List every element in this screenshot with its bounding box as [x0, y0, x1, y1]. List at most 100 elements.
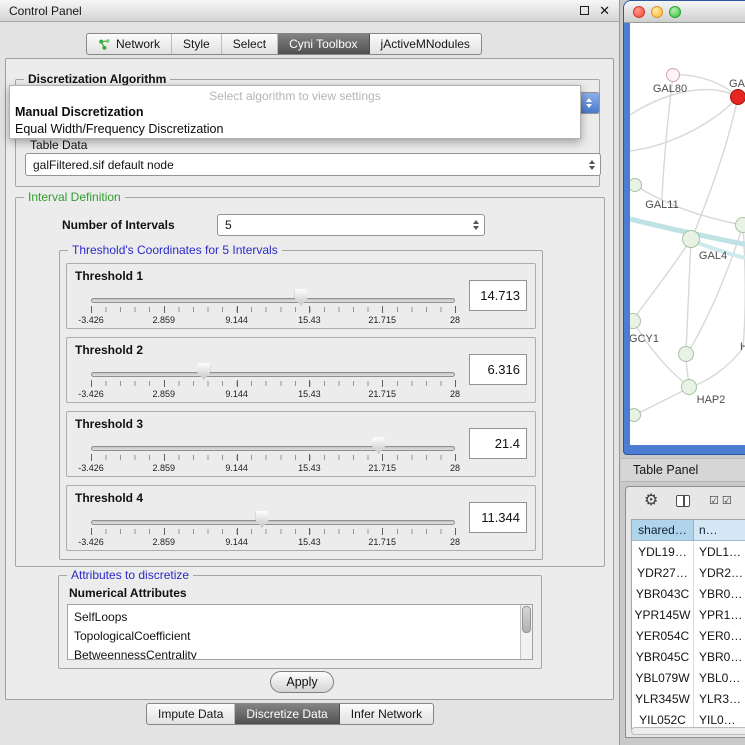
tab-network[interactable]: Network: [87, 34, 172, 54]
slider-major-tick: [237, 528, 238, 535]
threshold-slider[interactable]: -3.4262.8599.14415.4321.71528: [91, 436, 455, 476]
slider-thumb[interactable]: [256, 511, 269, 528]
table-row[interactable]: YDL19…YDL1…: [632, 541, 745, 562]
table-data-select[interactable]: galFiltered.sif default node: [25, 153, 601, 176]
minimize-traffic-light[interactable]: [651, 6, 663, 18]
tab-cyni-toolbox[interactable]: Cyni Toolbox: [278, 34, 369, 54]
table-row[interactable]: YER054CYER0…: [632, 625, 745, 646]
table-row[interactable]: YBR045CYBR0…: [632, 646, 745, 667]
close-icon[interactable]: ✕: [599, 4, 610, 17]
network-node[interactable]: [681, 379, 697, 395]
slider-tick-label: 9.144: [225, 537, 248, 547]
cell-name: YDR2…: [694, 562, 745, 583]
attribute-item[interactable]: TopologicalCoefficient: [74, 627, 520, 646]
tab-infer-network[interactable]: Infer Network: [340, 704, 433, 724]
combo-arrows-icon[interactable]: [578, 93, 599, 113]
thresholds-group: Threshold's Coordinates for 5 Intervals …: [59, 250, 543, 560]
column-header-name[interactable]: n…: [694, 520, 745, 540]
cell-name: YLR3…: [694, 688, 745, 709]
slider-tick-label: 2.859: [153, 463, 176, 473]
slider-thumb[interactable]: [197, 363, 210, 380]
threshold-panel: Threshold 2 6.316 -3.4262.8599.14415.432…: [66, 337, 536, 403]
table-row[interactable]: YBR043CYBR0…: [632, 583, 745, 604]
slider-thumb[interactable]: [372, 437, 385, 454]
network-node[interactable]: [666, 68, 680, 82]
table-hscrollbar[interactable]: [631, 727, 745, 735]
spinner-arrows-icon[interactable]: [467, 215, 484, 235]
slider-thumb[interactable]: [295, 289, 308, 306]
cell-shared-name: YBR043C: [632, 583, 694, 604]
tab-label: Style: [183, 37, 210, 51]
slider-major-tick: [164, 380, 165, 387]
network-window-titlebar[interactable]: [624, 1, 745, 23]
zoom-traffic-light[interactable]: [669, 6, 681, 18]
slider-tick-label: 9.144: [225, 463, 248, 473]
table-body: YDL19…YDL1…YDR27…YDR2…YBR043CYBR0…YPR145…: [632, 541, 745, 729]
tab-select[interactable]: Select: [222, 34, 278, 54]
node-label: GA: [729, 78, 745, 90]
control-panel-titlebar[interactable]: Control Panel ✕: [0, 0, 619, 22]
slider-tick-label: -3.426: [78, 463, 104, 473]
slider-track[interactable]: [91, 298, 455, 303]
select-columns-checkboxes-icon[interactable]: ☑ ☑: [709, 494, 732, 507]
table-row[interactable]: YPR145WYPR1…: [632, 604, 745, 625]
threshold-slider[interactable]: -3.4262.8599.14415.4321.71528: [91, 510, 455, 550]
attribute-item[interactable]: BetweennessCentrality: [74, 646, 520, 659]
list-scrollbar[interactable]: [520, 605, 532, 659]
slider-major-tick: [164, 454, 165, 461]
threshold-value-field[interactable]: 6.316: [469, 354, 527, 385]
network-node[interactable]: [678, 346, 694, 362]
column-header-shared-name[interactable]: shared…: [632, 520, 694, 540]
control-panel-content: Discretization Algorithm Table Data galF…: [5, 58, 614, 700]
threshold-value-field[interactable]: 11.344: [469, 502, 527, 533]
slider-major-tick: [455, 306, 456, 313]
slider-major-tick: [164, 306, 165, 313]
cell-shared-name: YIL052C: [632, 709, 694, 729]
tab-discretize-data[interactable]: Discretize Data: [235, 704, 339, 724]
gear-icon[interactable]: ⚙: [644, 490, 658, 510]
tab-label: jActiveMNodules: [381, 37, 470, 51]
slider-track[interactable]: [91, 520, 455, 525]
number-of-intervals-select[interactable]: 5: [217, 214, 485, 236]
threshold-slider[interactable]: -3.4262.8599.14415.4321.71528: [91, 288, 455, 328]
algorithm-dropdown-popup: Select algorithm to view settings Manual…: [9, 85, 581, 139]
attribute-list[interactable]: SelfLoopsTopologicalCoefficientBetweenne…: [67, 604, 533, 660]
attribute-item[interactable]: SelfLoops: [74, 608, 520, 627]
spinner-arrows-icon[interactable]: [583, 154, 600, 175]
network-node[interactable]: [735, 217, 745, 233]
network-canvas[interactable]: GAL80GAGAL11GAL4GCY1HHAP2: [630, 23, 745, 445]
node-label: GAL4: [699, 250, 727, 262]
menu-item-equal-width-frequency[interactable]: Equal Width/Frequency Discretization: [10, 120, 580, 137]
thresholds-container: Threshold 1 14.713 -3.4262.8599.14415.43…: [60, 251, 542, 559]
network-node[interactable]: [730, 89, 745, 105]
table-row[interactable]: YLR345WYLR3…: [632, 688, 745, 709]
window-controls: ✕: [580, 4, 610, 17]
slider-tick-label: -3.426: [78, 315, 104, 325]
tab-style[interactable]: Style: [172, 34, 222, 54]
slider-tick-label: 28: [450, 389, 460, 399]
close-traffic-light[interactable]: [633, 6, 645, 18]
columns-icon[interactable]: [676, 495, 690, 507]
threshold-value-field[interactable]: 21.4: [469, 428, 527, 459]
threshold-value-field[interactable]: 14.713: [469, 280, 527, 311]
network-node[interactable]: [682, 230, 700, 248]
menu-item-manual-discretization[interactable]: Manual Discretization: [10, 103, 580, 120]
interval-definition-title: Interval Definition: [24, 190, 125, 204]
slider-major-tick: [455, 454, 456, 461]
table-row[interactable]: YBL079WYBL0…: [632, 667, 745, 688]
apply-button[interactable]: Apply: [270, 671, 334, 693]
table-row[interactable]: YDR27…YDR2…: [632, 562, 745, 583]
table-row[interactable]: YIL052CYIL0…: [632, 709, 745, 729]
threshold-slider[interactable]: -3.4262.8599.14415.4321.71528: [91, 362, 455, 402]
tab-impute-data[interactable]: Impute Data: [147, 704, 235, 724]
tab-jactivemnodules[interactable]: jActiveMNodules: [370, 34, 481, 54]
float-window-icon[interactable]: [580, 6, 589, 15]
slider-ticks: [91, 381, 455, 386]
node-label: GAL11: [645, 199, 678, 211]
threshold-label: Threshold 3: [75, 417, 143, 431]
node-label: GAL80: [653, 83, 687, 95]
slider-track[interactable]: [91, 372, 455, 377]
scrollbar-thumb[interactable]: [522, 606, 531, 633]
slider-tick-label: -3.426: [78, 389, 104, 399]
slider-track[interactable]: [91, 446, 455, 451]
